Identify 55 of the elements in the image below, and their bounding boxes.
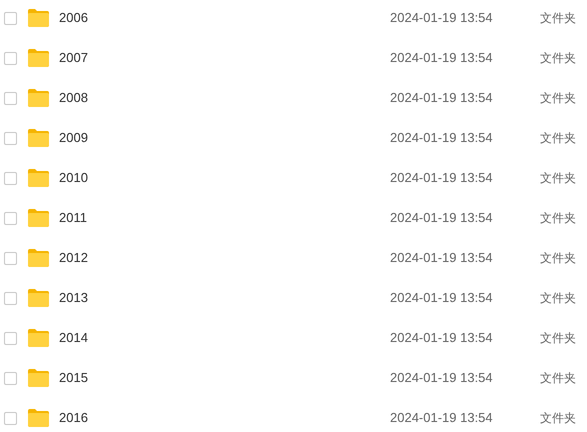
checkbox[interactable] <box>4 252 17 264</box>
file-type: 文件夹 <box>540 410 576 427</box>
checkbox[interactable] <box>4 12 17 24</box>
checkbox[interactable] <box>4 212 17 224</box>
folder-icon <box>28 129 49 147</box>
folder-name[interactable]: 2011 <box>59 208 179 228</box>
folder-name[interactable]: 2014 <box>59 328 179 348</box>
file-type: 文件夹 <box>540 370 576 387</box>
folder-icon <box>28 9 49 27</box>
checkbox[interactable] <box>4 132 17 144</box>
folder-icon <box>28 49 49 67</box>
file-type: 文件夹 <box>540 330 576 347</box>
file-type: 文件夹 <box>540 250 576 267</box>
modified-date: 2024-01-19 13:54 <box>390 249 494 268</box>
modified-date: 2024-01-19 13:54 <box>390 9 494 28</box>
file-type: 文件夹 <box>540 90 576 107</box>
folder-icon <box>28 289 49 307</box>
checkbox[interactable] <box>4 412 17 424</box>
file-type: 文件夹 <box>540 290 576 307</box>
checkbox[interactable] <box>4 92 17 104</box>
checkbox[interactable] <box>4 292 17 304</box>
file-type: 文件夹 <box>540 10 576 27</box>
modified-date: 2024-01-19 13:54 <box>390 409 494 428</box>
file-type: 文件夹 <box>540 50 576 67</box>
folder-name[interactable]: 2015 <box>59 368 179 388</box>
folder-name[interactable]: 2007 <box>59 48 179 68</box>
modified-date: 2024-01-19 13:54 <box>390 289 494 308</box>
folder-name[interactable]: 2008 <box>59 88 179 108</box>
checkbox[interactable] <box>4 372 17 384</box>
folder-name[interactable]: 2016 <box>59 408 179 428</box>
modified-date: 2024-01-19 13:54 <box>390 169 494 188</box>
folder-icon <box>28 169 49 187</box>
folder-icon <box>28 409 49 427</box>
folder-icon <box>28 369 49 387</box>
modified-date: 2024-01-19 13:54 <box>390 49 494 68</box>
folder-icon <box>28 329 49 347</box>
modified-date: 2024-01-19 13:54 <box>390 369 494 388</box>
file-type: 文件夹 <box>540 210 576 227</box>
folder-name[interactable]: 2012 <box>59 248 179 268</box>
folder-icon <box>28 89 49 107</box>
modified-date: 2024-01-19 13:54 <box>390 209 494 228</box>
modified-date: 2024-01-19 13:54 <box>390 329 494 348</box>
modified-date: 2024-01-19 13:54 <box>390 89 494 108</box>
folder-name[interactable]: 2009 <box>59 128 179 148</box>
modified-date: 2024-01-19 13:54 <box>390 129 494 148</box>
folder-name[interactable]: 2010 <box>59 168 179 188</box>
file-type: 文件夹 <box>540 130 576 147</box>
file-type: 文件夹 <box>540 170 576 187</box>
folder-icon <box>28 249 49 267</box>
folder-name[interactable]: 2006 <box>59 8 179 28</box>
checkbox[interactable] <box>4 332 17 344</box>
folder-icon <box>28 209 49 227</box>
folder-name[interactable]: 2013 <box>59 288 179 308</box>
checkbox[interactable] <box>4 52 17 64</box>
checkbox[interactable] <box>4 172 17 184</box>
